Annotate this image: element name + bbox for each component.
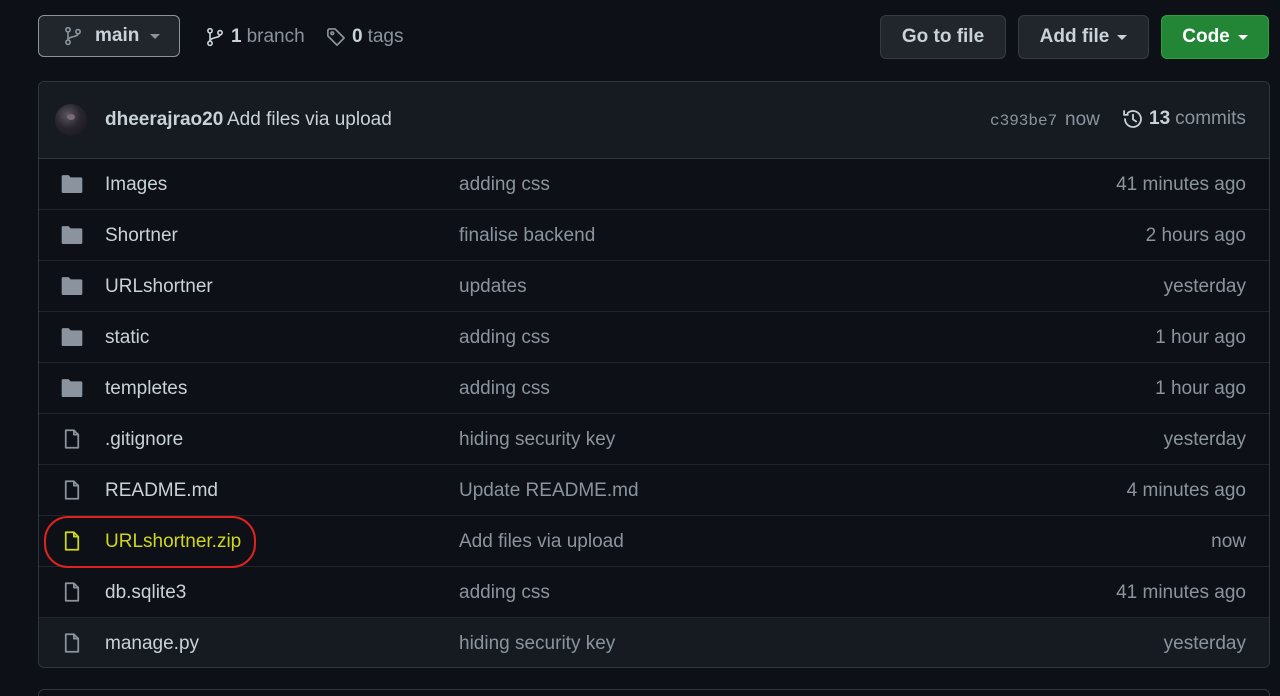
file-commit-message-link[interactable]: hiding security key: [459, 633, 615, 655]
branches-label: branch: [246, 26, 305, 47]
file-commit-time: yesterday: [1163, 429, 1246, 450]
git-branch-icon: [205, 27, 225, 47]
file-row[interactable]: URLshortner updates yesterday: [39, 261, 1269, 312]
file-commit-time: yesterday: [1163, 633, 1246, 654]
branch-name: main: [95, 25, 140, 46]
branches-link[interactable]: 1 branch: [205, 24, 305, 50]
file-name-link[interactable]: URLshortner: [105, 276, 213, 298]
commit-author-link[interactable]: dheerajrao20: [105, 109, 223, 131]
file-row[interactable]: README.md Update README.md 4 minutes ago: [39, 465, 1269, 516]
file-row[interactable]: Images adding css 41 minutes ago: [39, 159, 1269, 210]
file-icon: [61, 582, 83, 602]
chevron-down-icon: [1237, 34, 1248, 40]
file-name-link[interactable]: Shortner: [105, 225, 178, 247]
commit-sha-link[interactable]: c393be7: [990, 112, 1057, 130]
folder-icon: [61, 276, 83, 296]
file-commit-time: 2 hours ago: [1145, 225, 1246, 246]
file-commit-time: now: [1211, 531, 1246, 552]
file-icon: [61, 633, 83, 653]
chevron-down-icon: [1117, 34, 1128, 40]
commits-label: commits: [1175, 108, 1246, 129]
folder-icon: [61, 174, 83, 194]
file-commit-time: 41 minutes ago: [1116, 174, 1246, 195]
file-row[interactable]: templetes adding css 1 hour ago: [39, 363, 1269, 414]
file-row[interactable]: .gitignore hiding security key yesterday: [39, 414, 1269, 465]
add-file-label: Add file: [1039, 26, 1110, 47]
repo-file-browser: main 1 branch 0 tags Go to file Add file…: [0, 0, 1280, 696]
file-list-box: dheerajrao20 Add files via upload c393be…: [38, 81, 1270, 668]
file-icon: [61, 429, 83, 449]
file-commit-message-link[interactable]: finalise backend: [459, 225, 595, 247]
file-row[interactable]: manage.py hiding security key yesterday: [39, 618, 1269, 667]
file-name-link[interactable]: db.sqlite3: [105, 582, 186, 604]
branches-count: 1: [231, 26, 242, 47]
tags-label: tags: [367, 26, 404, 47]
go-to-file-label: Go to file: [901, 26, 985, 47]
file-commit-time: 4 minutes ago: [1126, 480, 1246, 501]
file-commit-message-link[interactable]: updates: [459, 276, 527, 298]
folder-icon: [61, 378, 83, 398]
commit-message-link[interactable]: Add files via upload: [227, 109, 392, 131]
go-to-file-button[interactable]: Go to file: [880, 15, 1006, 59]
avatar[interactable]: [55, 104, 87, 136]
file-name-link[interactable]: README.md: [105, 480, 218, 502]
file-commit-message-link[interactable]: adding css: [459, 327, 550, 349]
file-name-link[interactable]: templetes: [105, 378, 187, 400]
commits-count: 13: [1149, 108, 1171, 129]
file-row[interactable]: Shortner finalise backend 2 hours ago: [39, 210, 1269, 261]
tag-icon: [326, 27, 346, 47]
readme-box-edge: [38, 689, 1270, 696]
file-row[interactable]: db.sqlite3 adding css 41 minutes ago: [39, 567, 1269, 618]
commits-history-link[interactable]: 13 commits: [1122, 108, 1246, 130]
file-name-link[interactable]: URLshortner.zip: [105, 531, 241, 553]
branch-selector-button[interactable]: main: [38, 15, 180, 57]
file-commit-message-link[interactable]: Update README.md: [459, 480, 639, 502]
file-name-link[interactable]: manage.py: [105, 633, 199, 655]
history-icon: [1122, 108, 1144, 130]
repo-toolbar: main 1 branch 0 tags Go to file Add file…: [0, 0, 1280, 75]
add-file-button[interactable]: Add file: [1018, 15, 1149, 59]
file-commit-message-link[interactable]: Add files via upload: [459, 531, 624, 553]
file-commit-time: 1 hour ago: [1155, 327, 1246, 348]
file-commit-message-link[interactable]: adding css: [459, 582, 550, 604]
file-commit-message-link[interactable]: hiding security key: [459, 429, 615, 451]
latest-commit-bar: dheerajrao20 Add files via upload c393be…: [39, 82, 1269, 159]
file-icon: [61, 531, 83, 551]
chevron-down-icon: [150, 33, 161, 39]
file-commit-time: 41 minutes ago: [1116, 582, 1246, 603]
code-button[interactable]: Code: [1161, 15, 1269, 59]
commit-time: now: [1065, 109, 1100, 130]
file-commit-time: yesterday: [1163, 276, 1246, 297]
folder-icon: [61, 327, 83, 347]
folder-icon: [61, 225, 83, 245]
file-commit-message-link[interactable]: adding css: [459, 378, 550, 400]
code-label: Code: [1182, 26, 1230, 47]
file-row[interactable]: static adding css 1 hour ago: [39, 312, 1269, 363]
file-commit-time: 1 hour ago: [1155, 378, 1246, 399]
file-name-link[interactable]: static: [105, 327, 149, 349]
file-name-link[interactable]: .gitignore: [105, 429, 183, 451]
file-commit-message-link[interactable]: adding css: [459, 174, 550, 196]
file-row[interactable]: URLshortner.zip Add files via upload now: [39, 516, 1269, 567]
file-icon: [61, 480, 83, 500]
tags-link[interactable]: 0 tags: [326, 24, 404, 50]
file-rows: Images adding css 41 minutes ago Shortner fi…: [39, 159, 1269, 667]
git-branch-icon: [63, 26, 83, 46]
tags-count: 0: [352, 26, 363, 47]
file-name-link[interactable]: Images: [105, 174, 167, 196]
